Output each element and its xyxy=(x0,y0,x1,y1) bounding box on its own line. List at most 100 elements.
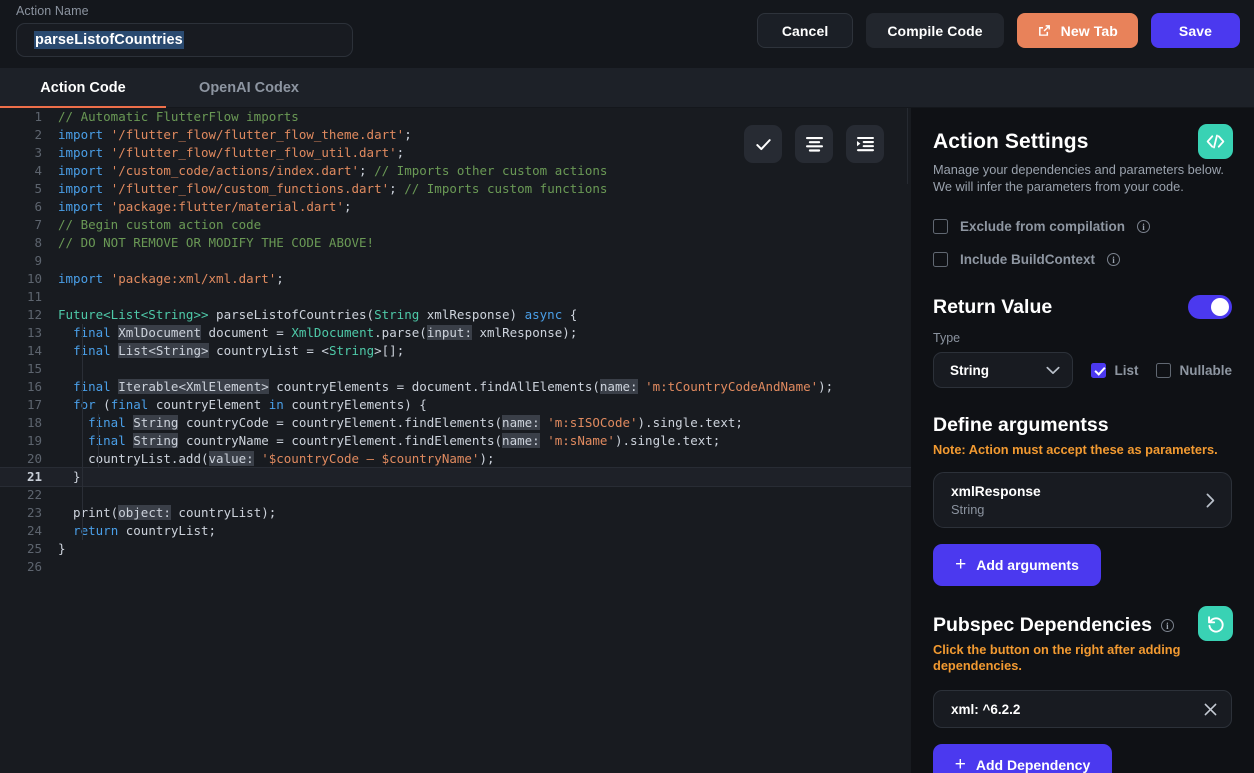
check-button[interactable] xyxy=(744,125,782,163)
line-content: } xyxy=(58,469,81,484)
external-link-icon xyxy=(1038,25,1050,36)
code-line[interactable]: 7 // Begin custom action code xyxy=(0,216,911,234)
exclude-from-compilation-checkbox[interactable] xyxy=(933,219,948,234)
info-icon[interactable]: i xyxy=(1107,253,1120,266)
code-view-button[interactable] xyxy=(1198,124,1233,159)
line-number: 17 xyxy=(26,397,42,412)
code-line[interactable]: 26 xyxy=(0,558,911,576)
tab-action-code[interactable]: Action Code xyxy=(0,68,166,108)
code-line[interactable]: 21 } xyxy=(0,467,911,487)
code-line[interactable]: 9 xyxy=(0,252,911,270)
code-line[interactable]: 16 final Iterable<XmlElement> countryEle… xyxy=(0,378,911,396)
nullable-label: Nullable xyxy=(1179,362,1232,378)
code-line[interactable]: 6 import 'package:flutter/material.dart'; xyxy=(0,198,911,216)
code-line[interactable]: 11 xyxy=(0,288,911,306)
code-line[interactable]: 13 final XmlDocument document = XmlDocum… xyxy=(0,324,911,342)
compile-code-button[interactable]: Compile Code xyxy=(866,13,1004,48)
line-content: import '/flutter_flow/flutter_flow_util.… xyxy=(58,145,405,160)
code-line[interactable]: 18 final String countryCode = countryEle… xyxy=(0,414,911,432)
type-label: Type xyxy=(933,331,961,345)
line-content: Future<List<String>> parseListofCountrie… xyxy=(58,307,578,322)
indent-button[interactable] xyxy=(846,125,884,163)
argument-row[interactable]: xmlResponse String xyxy=(933,472,1232,528)
add-dependency-button[interactable]: + Add Dependency xyxy=(933,744,1112,773)
line-content: import 'package:flutter/material.dart'; xyxy=(58,199,352,214)
action-settings-panel: Action Settings Manage your dependencies… xyxy=(911,108,1254,773)
indent-guide xyxy=(82,360,83,378)
code-line[interactable]: 17 for (final countryElement in countryE… xyxy=(0,396,911,414)
code-line[interactable]: 14 final List<String> countryList = <Str… xyxy=(0,342,911,360)
list-option[interactable]: List xyxy=(1091,362,1138,378)
code-line[interactable]: 24 return countryList; xyxy=(0,522,911,540)
include-buildcontext-checkbox[interactable] xyxy=(933,252,948,267)
save-button[interactable]: Save xyxy=(1150,13,1240,48)
indent-guide xyxy=(98,414,99,432)
pubspec-note: Click the button on the right after addi… xyxy=(933,642,1181,673)
action-name-label: Action Name xyxy=(16,4,89,18)
line-number: 24 xyxy=(26,523,42,538)
add-arguments-button[interactable]: + Add arguments xyxy=(933,544,1101,586)
indent-guide xyxy=(82,468,83,486)
argument-type: String xyxy=(951,501,985,517)
code-line[interactable]: 23 print(object: countryList); xyxy=(0,504,911,522)
line-number: 15 xyxy=(26,361,42,376)
line-number: 19 xyxy=(26,433,42,448)
cancel-button[interactable]: Cancel xyxy=(756,13,854,48)
line-number: 21 xyxy=(26,469,42,484)
exclude-from-compilation-row[interactable]: Exclude from compilation i xyxy=(933,219,1232,234)
code-line[interactable]: 4 import '/custom_code/actions/index.dart… xyxy=(0,162,911,180)
line-content: import '/flutter_flow/custom_functions.d… xyxy=(58,181,608,196)
action-name-input[interactable]: parseListofCountries xyxy=(16,23,353,57)
line-content: final Iterable<XmlElement> countryElemen… xyxy=(73,379,834,394)
line-content: // DO NOT REMOVE OR MODIFY THE CODE ABOV… xyxy=(58,235,375,250)
tab-openai-codex[interactable]: OpenAI Codex xyxy=(166,68,332,108)
code-line[interactable]: 22 xyxy=(0,486,911,504)
code-line[interactable]: 8 // DO NOT REMOVE OR MODIFY THE CODE ABO… xyxy=(0,234,911,252)
close-icon[interactable] xyxy=(1204,703,1217,716)
line-number: 9 xyxy=(34,253,42,268)
return-value-toggle[interactable] xyxy=(1188,295,1232,319)
include-buildcontext-row[interactable]: Include BuildContext i xyxy=(933,252,1232,267)
refresh-dependencies-button[interactable] xyxy=(1198,606,1233,641)
code-line[interactable]: 20 countryList.add(value: '$countryCode … xyxy=(0,450,911,468)
line-number: 10 xyxy=(26,271,42,286)
code-line[interactable]: 10 import 'package:xml/xml.dart'; xyxy=(0,270,911,288)
code-line[interactable]: 1 // Automatic FlutterFlow imports xyxy=(0,108,911,126)
line-content: print(object: countryList); xyxy=(58,505,277,520)
code-line[interactable]: 5 import '/flutter_flow/custom_functions.… xyxy=(0,180,911,198)
line-content: import '/flutter_flow/flutter_flow_theme… xyxy=(58,127,412,142)
line-number: 14 xyxy=(26,343,42,358)
info-icon[interactable]: i xyxy=(1137,220,1151,233)
list-checkbox[interactable] xyxy=(1091,362,1107,378)
indent-guide xyxy=(82,486,83,504)
code-line[interactable]: 12 Future<List<String>> parseListofCountr… xyxy=(0,306,911,324)
line-number: 18 xyxy=(26,415,42,430)
plus-icon: + xyxy=(955,553,967,575)
chevron-down-icon xyxy=(1046,366,1061,374)
format-button[interactable] xyxy=(795,125,833,163)
line-content: final String countryName = countryElemen… xyxy=(88,433,721,448)
nullable-option[interactable]: Nullable xyxy=(1156,362,1232,378)
code-line[interactable]: 15 xyxy=(0,360,911,378)
define-arguments-title: Define argumentss xyxy=(933,414,1109,436)
editor-scrollbar-track[interactable] xyxy=(884,108,907,773)
panel-subtitle: Manage your dependencies and parameters … xyxy=(933,162,1224,194)
indent-guide xyxy=(82,378,83,396)
return-type-select[interactable]: String xyxy=(933,352,1074,388)
format-align-icon xyxy=(805,136,823,152)
action-name-value: parseListofCountries xyxy=(34,31,184,49)
line-number: 6 xyxy=(34,199,42,214)
code-line[interactable]: 19 final String countryName = countryEle… xyxy=(0,432,911,450)
code-line[interactable]: 25} xyxy=(0,540,911,558)
dependency-row[interactable]: xml: ^6.2.2 xyxy=(933,690,1232,728)
nullable-checkbox[interactable] xyxy=(1156,362,1172,378)
plus-icon: + xyxy=(954,753,966,773)
indent-guide xyxy=(82,432,83,450)
code-editor[interactable]: 1 // Automatic FlutterFlow imports 2 import… xyxy=(0,108,911,773)
line-content: final String countryCode = countryElemen… xyxy=(88,415,743,430)
return-value-header: Return Value xyxy=(933,295,1232,319)
indent-guide xyxy=(82,450,83,468)
new-tab-button[interactable]: New Tab xyxy=(1016,13,1138,48)
info-icon[interactable]: i xyxy=(1160,619,1174,632)
code-lines[interactable]: 1 // Automatic FlutterFlow imports 2 import… xyxy=(0,108,911,773)
